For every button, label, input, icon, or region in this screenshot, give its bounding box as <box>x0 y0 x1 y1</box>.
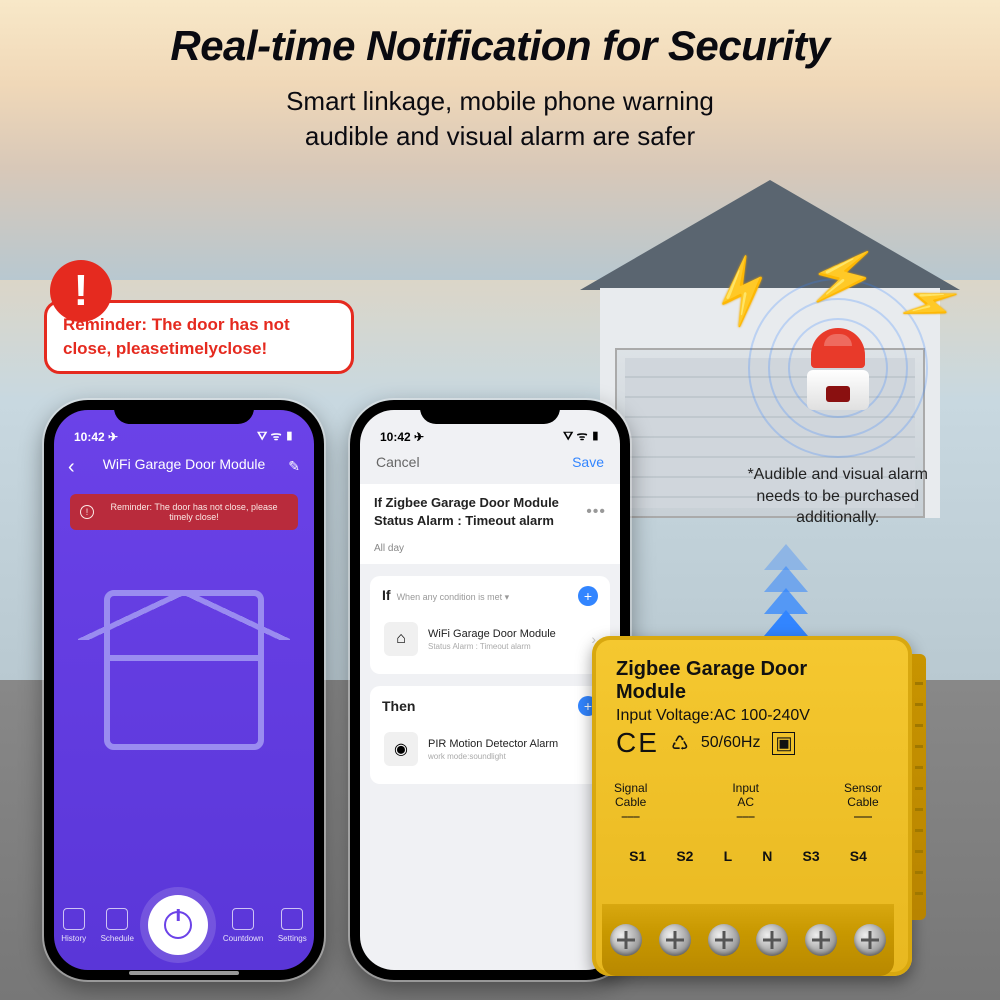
class-ii-icon: ▣ <box>772 732 795 755</box>
countdown-icon <box>232 908 254 930</box>
all-day-label: All day <box>360 539 620 564</box>
phone-mock-right: 10:42 ✈ ⛛ ᯤ ▮ Cancel Save If Zigbee Gara… <box>350 400 630 980</box>
alert-icon: ! <box>80 505 94 519</box>
if-label: If <box>382 587 391 603</box>
rule-title-row[interactable]: If Zigbee Garage Door Module Status Alar… <box>360 484 620 539</box>
if-card: If When any condition is met ▾ + ⌂ WiFi G… <box>370 576 610 674</box>
condition-row[interactable]: ⌂ WiFi Garage Door ModuleStatus Alarm : … <box>382 614 598 664</box>
edit-icon[interactable]: ✎ <box>288 458 300 475</box>
cancel-button[interactable]: Cancel <box>376 454 420 470</box>
terminal-label: N <box>762 848 772 864</box>
nav-schedule[interactable]: Schedule <box>101 908 134 943</box>
app-title: WiFi Garage Door Module <box>103 456 266 472</box>
ce-mark-icon: CE <box>616 727 659 759</box>
cable-label: InputAC⎯⎯⎯ <box>732 782 759 823</box>
screw-terminal <box>708 924 740 956</box>
siren-callout: ⚡ ⚡ ⚡ *Audible and visual alarm needs to… <box>747 278 928 529</box>
power-button[interactable] <box>148 895 208 955</box>
terminal-label: S1 <box>629 848 646 864</box>
cable-label: SignalCable⎯⎯⎯ <box>614 782 647 823</box>
history-icon <box>63 908 85 930</box>
nav-history[interactable]: History <box>61 908 86 943</box>
device-icon: ◉ <box>384 732 418 766</box>
device-icon: ⌂ <box>384 622 418 656</box>
then-label: Then <box>382 698 415 714</box>
back-button[interactable]: ‹ <box>68 456 75 479</box>
status-icons: ⛛ ᯤ ▮ <box>257 427 294 444</box>
alarm-note-line: needs to be purchased <box>747 486 928 508</box>
screw-terminal <box>659 924 691 956</box>
if-sub[interactable]: When any condition is met ▾ <box>397 592 510 602</box>
terminal-label: S4 <box>850 848 867 864</box>
status-time: 10:42 ✈ <box>74 430 118 444</box>
screw-terminal <box>756 924 788 956</box>
status-time: 10:42 ✈ <box>380 430 424 444</box>
power-icon <box>164 911 192 939</box>
nav-settings[interactable]: Settings <box>278 908 307 943</box>
module-title: Zigbee Garage Door Module <box>616 658 882 704</box>
cable-label: SensorCable⎯⎯⎯ <box>844 782 882 823</box>
screw-terminal <box>854 924 886 956</box>
screw-terminal <box>610 924 642 956</box>
then-card: Then + ◉ PIR Motion Detector Alarmwork m… <box>370 686 610 784</box>
signal-arrows-icon <box>764 544 808 632</box>
terminal-block <box>602 904 894 976</box>
hardware-module: Zigbee Garage Door Module Input Voltage:… <box>592 636 912 976</box>
action-row[interactable]: ◉ PIR Motion Detector Alarmwork mode:sou… <box>382 724 598 774</box>
subtitle-line: Smart linkage, mobile phone warning <box>0 84 1000 119</box>
subtitle-line: audible and visual alarm are safer <box>0 119 1000 154</box>
garage-icon[interactable] <box>104 590 264 750</box>
module-voltage: Input Voltage:AC 100-240V <box>616 707 882 725</box>
module-hz: 50/60Hz <box>701 734 761 752</box>
phone-mock-left: 10:42 ✈ ⛛ ᯤ ▮ ‹ WiFi Garage Door Module … <box>44 400 324 980</box>
weee-icon: ♺ <box>671 731 689 756</box>
schedule-icon <box>106 908 128 930</box>
terminal-label: S2 <box>676 848 693 864</box>
alarm-note-line: additionally. <box>747 507 928 529</box>
rule-title: If Zigbee Garage Door Module Status Alar… <box>374 494 586 529</box>
screw-terminal <box>805 924 837 956</box>
nav-countdown[interactable]: Countdown <box>223 908 263 943</box>
terminal-label: S3 <box>803 848 820 864</box>
siren-icon <box>807 328 869 408</box>
settings-icon <box>281 908 303 930</box>
heading-block: Real-time Notification for Security Smar… <box>0 22 1000 154</box>
add-condition-button[interactable]: + <box>578 586 598 606</box>
status-icons: ⛛ ᯤ ▮ <box>563 427 600 444</box>
save-button[interactable]: Save <box>572 454 604 470</box>
terminal-label: L <box>724 848 733 864</box>
alert-badge-icon: ! <box>50 260 112 322</box>
reminder-callout: ! Reminder: The door has not close, plea… <box>44 300 354 374</box>
inline-alert: ! Reminder: The door has not close, plea… <box>70 494 298 530</box>
alarm-note-line: *Audible and visual alarm <box>747 464 928 486</box>
page-title: Real-time Notification for Security <box>0 22 1000 70</box>
more-icon[interactable]: ••• <box>586 503 606 521</box>
